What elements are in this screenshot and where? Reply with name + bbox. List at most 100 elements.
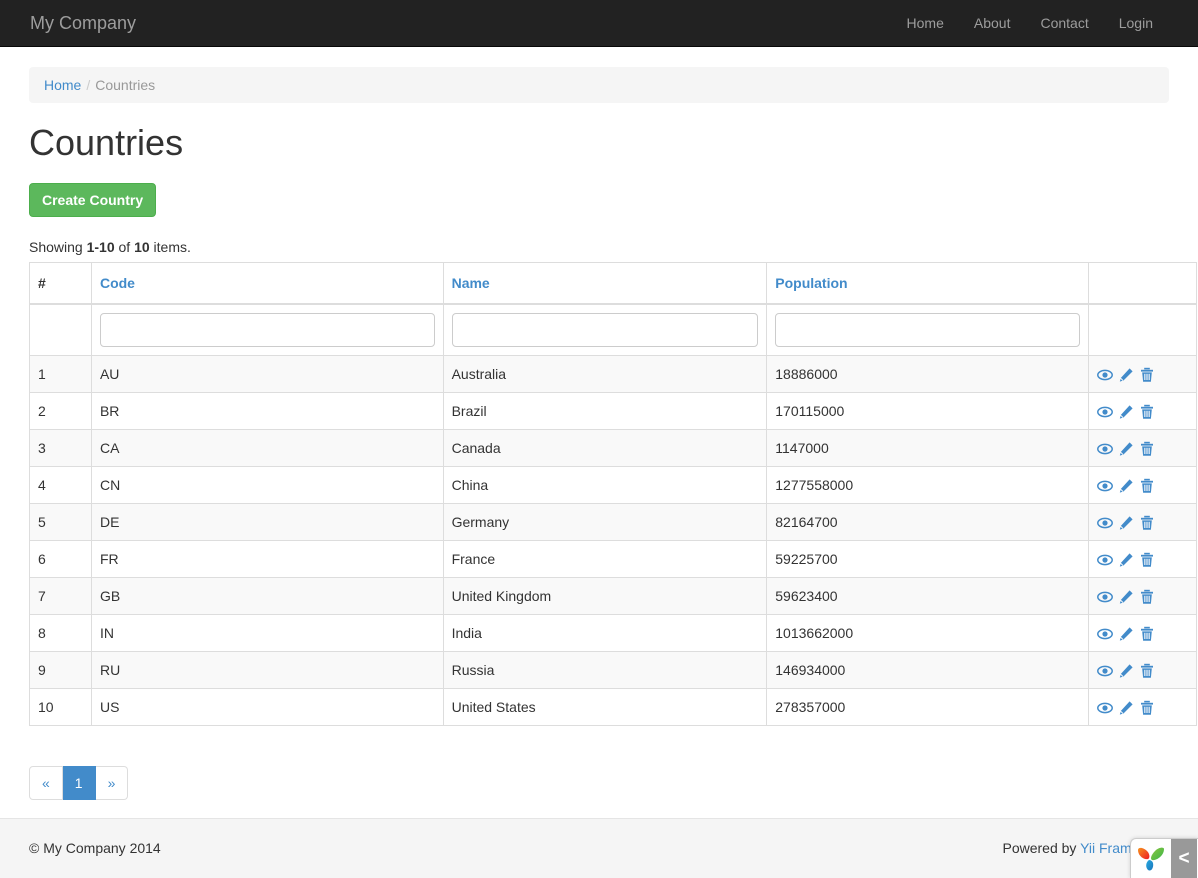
cell-population: 82164700 (767, 503, 1089, 540)
navbar-brand[interactable]: My Company (30, 13, 136, 33)
top-navbar: My Company Home About Contact Login (0, 0, 1198, 47)
update-icon[interactable] (1118, 700, 1134, 716)
filter-cell-index (30, 304, 92, 356)
update-icon[interactable] (1118, 589, 1134, 605)
delete-icon[interactable] (1139, 478, 1155, 494)
delete-icon[interactable] (1139, 626, 1155, 642)
yii-logo-icon (1131, 839, 1171, 878)
view-icon[interactable] (1097, 663, 1113, 679)
view-icon[interactable] (1097, 626, 1113, 642)
header-name[interactable]: Name (443, 262, 767, 304)
update-icon[interactable] (1118, 367, 1134, 383)
yii-debug-toolbar[interactable]: < (1130, 838, 1198, 878)
view-icon[interactable] (1097, 700, 1113, 716)
breadcrumb: Home / Countries (29, 67, 1169, 103)
nav-item-home[interactable]: Home (892, 13, 959, 33)
cell-code: US (91, 688, 443, 725)
cell-actions (1088, 540, 1196, 577)
cell-index: 3 (30, 429, 92, 466)
delete-icon[interactable] (1139, 700, 1155, 716)
view-icon[interactable] (1097, 441, 1113, 457)
cell-actions (1088, 577, 1196, 614)
delete-icon[interactable] (1139, 441, 1155, 457)
cell-name: India (443, 614, 767, 651)
pagination-page-1-link[interactable]: 1 (63, 766, 96, 800)
page-toolbar: Create Country (29, 183, 1169, 217)
pagination-page-1[interactable]: 1 (63, 766, 96, 800)
view-icon[interactable] (1097, 367, 1113, 383)
cell-actions (1088, 392, 1196, 429)
table-row: 5DEGermany82164700 (30, 503, 1197, 540)
delete-icon[interactable] (1139, 589, 1155, 605)
cell-name: United Kingdom (443, 577, 767, 614)
cell-code: BR (91, 392, 443, 429)
view-icon[interactable] (1097, 478, 1113, 494)
breadcrumb-separator: / (81, 75, 95, 95)
cell-name: Canada (443, 429, 767, 466)
update-icon[interactable] (1118, 478, 1134, 494)
update-icon[interactable] (1118, 663, 1134, 679)
cell-population: 1013662000 (767, 614, 1089, 651)
summary-total: 10 (134, 239, 150, 255)
pagination: « 1 » (29, 766, 128, 800)
nav-item-contact[interactable]: Contact (1025, 13, 1103, 33)
update-icon[interactable] (1118, 404, 1134, 420)
page-root: My Company Home About Contact Login Home… (0, 0, 1198, 878)
filter-cell-name (443, 304, 767, 356)
delete-icon[interactable] (1139, 663, 1155, 679)
cell-name: Germany (443, 503, 767, 540)
grid-summary: Showing 1-10 of 10 items. (29, 237, 1169, 257)
pagination-first[interactable]: « (29, 766, 63, 800)
cell-index: 8 (30, 614, 92, 651)
cell-index: 2 (30, 392, 92, 429)
delete-icon[interactable] (1139, 515, 1155, 531)
filter-input-code[interactable] (100, 313, 435, 347)
view-icon[interactable] (1097, 589, 1113, 605)
cell-index: 5 (30, 503, 92, 540)
create-country-button[interactable]: Create Country (29, 183, 156, 217)
delete-icon[interactable] (1139, 404, 1155, 420)
table-row: 7GBUnited Kingdom59623400 (30, 577, 1197, 614)
pagination-first-link[interactable]: « (29, 766, 63, 800)
header-index: # (30, 262, 92, 304)
cell-actions (1088, 466, 1196, 503)
filter-cell-actions (1088, 304, 1196, 356)
debug-toolbar-toggle[interactable]: < (1171, 839, 1197, 878)
view-icon[interactable] (1097, 552, 1113, 568)
breadcrumb-link-home[interactable]: Home (44, 77, 81, 93)
view-icon[interactable] (1097, 404, 1113, 420)
pagination-last-link[interactable]: » (96, 766, 129, 800)
nav-item-about[interactable]: About (959, 13, 1026, 33)
update-icon[interactable] (1118, 552, 1134, 568)
sort-link-code[interactable]: Code (100, 275, 135, 291)
nav-item-login[interactable]: Login (1104, 13, 1168, 33)
update-icon[interactable] (1118, 441, 1134, 457)
grid-header: # Code Name Population (30, 262, 1197, 355)
cell-population: 1277558000 (767, 466, 1089, 503)
update-icon[interactable] (1118, 626, 1134, 642)
main-container: Home / Countries Countries Create Countr… (14, 47, 1184, 820)
filter-input-population[interactable] (775, 313, 1080, 347)
filter-input-name[interactable] (452, 313, 759, 347)
cell-actions (1088, 651, 1196, 688)
cell-population: 59623400 (767, 577, 1089, 614)
cell-code: CN (91, 466, 443, 503)
cell-population: 18886000 (767, 355, 1089, 392)
grid-filter-row (30, 304, 1197, 356)
delete-icon[interactable] (1139, 367, 1155, 383)
view-icon[interactable] (1097, 515, 1113, 531)
sort-link-name[interactable]: Name (452, 275, 490, 291)
pagination-last[interactable]: » (96, 766, 129, 800)
update-icon[interactable] (1118, 515, 1134, 531)
summary-middle: of (115, 239, 134, 255)
cell-index: 7 (30, 577, 92, 614)
delete-icon[interactable] (1139, 552, 1155, 568)
cell-actions (1088, 355, 1196, 392)
breadcrumb-item-home: Home (44, 75, 81, 95)
header-population[interactable]: Population (767, 262, 1089, 304)
table-row: 10USUnited States278357000 (30, 688, 1197, 725)
sort-link-population[interactable]: Population (775, 275, 847, 291)
table-row: 2BRBrazil170115000 (30, 392, 1197, 429)
table-row: 9RURussia146934000 (30, 651, 1197, 688)
header-code[interactable]: Code (91, 262, 443, 304)
